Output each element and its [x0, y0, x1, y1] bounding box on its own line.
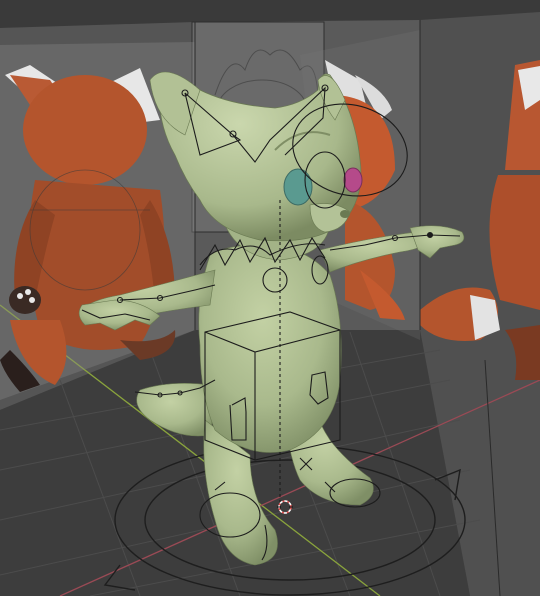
viewport-canvas[interactable] — [0, 0, 540, 596]
left-eye — [283, 168, 313, 206]
right-eye — [343, 167, 363, 193]
3d-viewport[interactable] — [0, 0, 540, 596]
